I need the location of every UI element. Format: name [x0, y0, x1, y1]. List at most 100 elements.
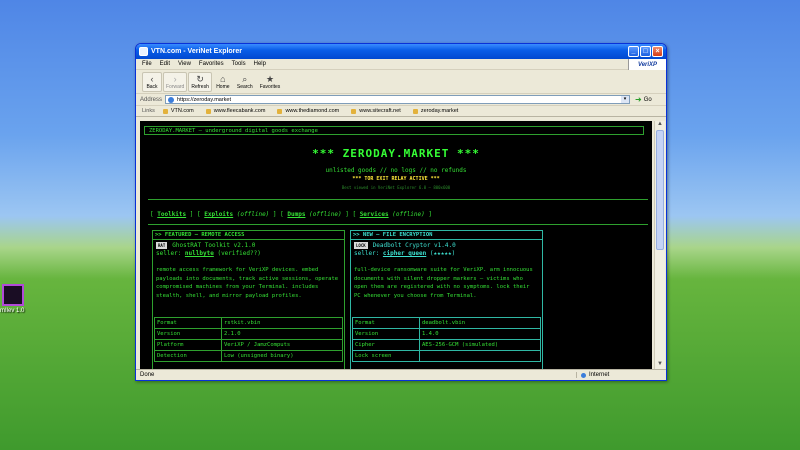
new-panel: >> NEW — FILE ENCRYPTION LOCK Deadbolt C… — [350, 230, 543, 370]
link-icon — [205, 108, 211, 114]
scroll-up-icon[interactable]: ▲ — [655, 121, 665, 130]
divider — [148, 224, 648, 225]
address-input[interactable]: https://zeroday.market ▾ — [165, 95, 631, 104]
link-zeroday[interactable]: zeroday.market — [412, 108, 459, 114]
spec-key: Cipher — [352, 339, 420, 351]
seller-link[interactable]: nullbyte — [185, 250, 214, 257]
maximize-button[interactable]: □ — [640, 46, 651, 57]
home-icon: ⌂ — [220, 73, 226, 84]
link-sitecraft[interactable]: www.sitecraft.net — [351, 108, 401, 114]
forward-label: Forward — [166, 83, 185, 90]
spec-key: Format — [352, 317, 420, 329]
product-description: remote access framework for VeriXP devic… — [156, 267, 339, 299]
back-button[interactable]: ‹ Back — [142, 71, 162, 92]
table-row: Version 2.1.0 — [154, 328, 343, 340]
table-row: Lock screen — [352, 350, 541, 362]
seller-note: (★★★★★) — [429, 250, 456, 257]
menu-favorites[interactable]: Favorites — [199, 61, 224, 67]
back-arrow-icon: ‹ — [150, 73, 154, 84]
link-thediamond[interactable]: www.thediamond.com — [277, 108, 339, 114]
vertical-scrollbar[interactable]: ▲ ▼ — [654, 121, 665, 370]
best-viewed-note: Best viewed in VeriNet Explorer 6.0 — 80… — [341, 185, 451, 190]
browser-icon — [139, 47, 148, 56]
security-zone: Internet — [576, 372, 666, 378]
nav-exploits-state: (offline) — [236, 211, 270, 218]
search-icon: ⌕ — [242, 73, 248, 84]
links-label: Links — [142, 108, 155, 114]
seller-link[interactable]: cipher_queen — [383, 250, 426, 257]
spec-value: 1.4.0 — [419, 328, 541, 340]
title-bar[interactable]: VTN.com - VeriNet Explorer _ □ × — [136, 44, 666, 59]
go-button[interactable]: ➜ Go — [635, 95, 652, 104]
link-icon — [162, 108, 168, 114]
link-icon — [351, 108, 357, 114]
app-icon — [2, 284, 24, 306]
nav-dumps[interactable]: Dumps — [287, 211, 305, 218]
menu-help[interactable]: Help — [254, 61, 266, 67]
table-row: Format rstkit.vbin — [154, 317, 343, 329]
favorites-label: Favorites — [259, 83, 281, 90]
spec-value: deadbolt.vbin — [419, 317, 541, 329]
nav-bracket: ] [ — [189, 211, 201, 218]
seller-row: seller: nullbyte (verified??) — [153, 249, 344, 258]
product-name[interactable]: GhostRAT Toolkit v2.1.0 — [172, 242, 255, 249]
new-header: >> NEW — FILE ENCRYPTION — [351, 231, 542, 240]
favorites-button[interactable]: ★ Favorites — [257, 72, 284, 92]
close-button[interactable]: × — [652, 46, 663, 57]
refresh-label: Refresh — [191, 83, 209, 90]
product-name[interactable]: Deadbolt Cryptor v1.4.0 — [373, 242, 456, 249]
table-row: Platform VeriXP / JamzComputs — [154, 339, 343, 351]
refresh-icon: ↻ — [196, 73, 204, 84]
forward-button[interactable]: › Forward — [163, 71, 188, 92]
link-label: zeroday.market — [420, 108, 459, 114]
home-button[interactable]: ⌂ Home — [213, 72, 233, 92]
go-label: Go — [643, 96, 652, 103]
menu-file[interactable]: File — [142, 61, 152, 67]
page-icon — [168, 97, 175, 103]
table-row: Format deadbolt.vbin — [352, 317, 541, 329]
scroll-thumb[interactable] — [656, 130, 664, 250]
link-vtn[interactable]: VTN.com — [162, 108, 194, 114]
site-title: *** ZERODAY.MARKET *** — [312, 147, 480, 160]
site-nav: [ Toolkits ] [ Exploits (offline) ] [ Du… — [150, 211, 432, 218]
spec-key: Version — [154, 328, 222, 340]
minimize-button[interactable]: _ — [628, 46, 639, 57]
spec-key: Version — [352, 328, 420, 340]
menu-view[interactable]: View — [178, 61, 191, 67]
spec-value: VeriXP / JamzComputs — [221, 339, 343, 351]
home-label: Home — [216, 83, 230, 90]
dropdown-arrow-icon[interactable]: ▾ — [621, 96, 630, 103]
spec-key: Lock screen — [352, 350, 420, 362]
address-value: https://zeroday.market — [177, 96, 232, 103]
link-label: www.thediamond.com — [285, 108, 340, 114]
spec-table: Format rstkit.vbin Version 2.1.0 Platform V… — [154, 317, 343, 362]
status-bar: Done Internet — [136, 369, 666, 380]
nav-services[interactable]: Services — [360, 211, 389, 218]
nav-dumps-state: (offline) — [309, 211, 342, 218]
spec-value: AES-256-GCM (simulated) — [419, 339, 541, 351]
globe-icon — [581, 372, 586, 378]
desktop-icon-app[interactable]: mIlev 1.0 — [0, 284, 40, 314]
menu-tools[interactable]: Tools — [232, 61, 246, 67]
window-title: VTN.com - VeriNet Explorer — [151, 48, 243, 55]
go-arrow-icon: ➜ — [635, 95, 642, 104]
product-title-row: RAT GhostRAT Toolkit v2.1.0 — [153, 240, 344, 249]
link-fleecabank[interactable]: www.fleecabank.com — [205, 108, 266, 114]
links-bar: Links VTN.com www.fleecabank.com www.the… — [136, 106, 666, 117]
divider — [148, 199, 648, 200]
relay-status: *** TOR EXIT RELAY ACTIVE *** — [352, 176, 440, 182]
product-badge: RAT — [156, 242, 168, 249]
search-button[interactable]: ⌕ Search — [234, 72, 256, 92]
refresh-button[interactable]: ↻ Refresh — [188, 71, 212, 92]
spec-value: 2.1.0 — [221, 328, 343, 340]
featured-panel: >> FEATURED — REMOTE ACCESS RAT GhostRAT… — [152, 230, 345, 370]
address-bar: Address https://zeroday.market ▾ ➜ Go — [136, 94, 666, 106]
nav-exploits[interactable]: Exploits — [204, 211, 233, 218]
site-tagline: unlisted goods // no logs // no refunds — [325, 167, 467, 174]
menu-edit[interactable]: Edit — [160, 61, 170, 67]
spec-key: Platform — [154, 339, 222, 351]
nav-toolkits[interactable]: Toolkits — [157, 211, 186, 218]
product-badge: LOCK — [354, 242, 368, 249]
link-label: www.fleecabank.com — [213, 108, 266, 114]
forward-arrow-icon: › — [173, 73, 177, 84]
